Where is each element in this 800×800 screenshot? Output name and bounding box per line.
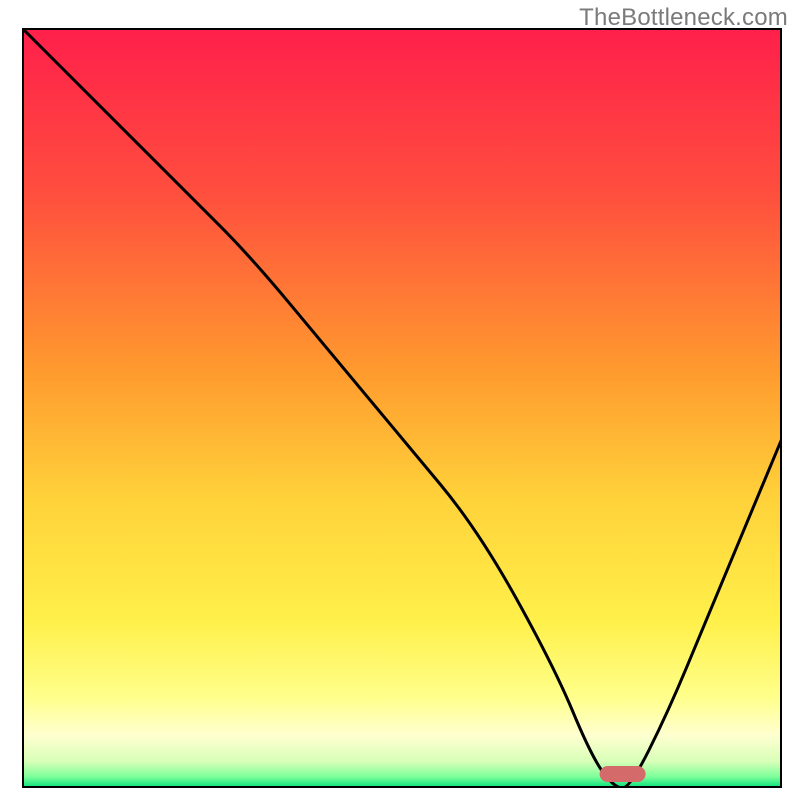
watermark-text: TheBottleneck.com xyxy=(579,4,788,32)
chart-container xyxy=(22,28,782,788)
bottleneck-chart xyxy=(22,28,782,788)
marker-pill xyxy=(600,766,646,782)
